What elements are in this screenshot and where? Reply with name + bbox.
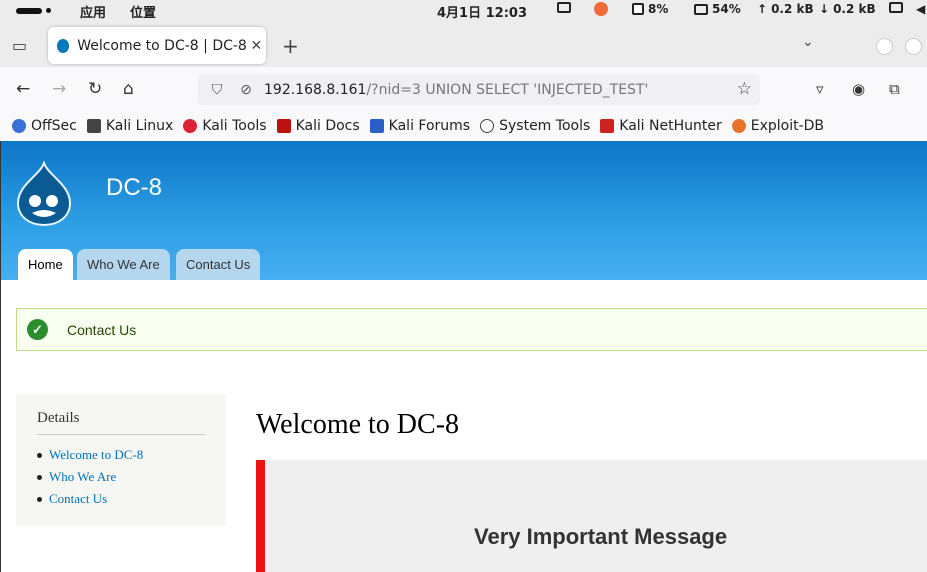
- forward-icon[interactable]: →: [52, 79, 66, 99]
- menu-apps[interactable]: 应用: [80, 2, 106, 21]
- bookmark-kali-tools[interactable]: Kali Tools: [183, 117, 267, 134]
- nethunter-icon: [600, 118, 615, 133]
- globe-icon: [480, 118, 495, 133]
- bookmark-label: Kali Linux: [105, 117, 174, 134]
- bookmark-kali-forums[interactable]: Kali Forums: [369, 117, 471, 134]
- page-title: Welcome to DC-8: [256, 409, 460, 440]
- close-icon[interactable]: ✕: [247, 38, 266, 54]
- net-up-indicator: ↑ 0.2 kB: [757, 2, 814, 16]
- cpu-value: 8%: [648, 2, 669, 16]
- insecure-lock-icon[interactable]: ⊘: [236, 82, 256, 98]
- sidebar-title: Details: [37, 410, 205, 435]
- bookmark-label: Kali Forums: [388, 117, 471, 134]
- menu-places[interactable]: 位置: [130, 2, 156, 21]
- extensions-icon[interactable]: ⧉: [889, 79, 900, 99]
- window-edge: [0, 141, 1, 572]
- tab-list-icon[interactable]: ▭: [12, 36, 27, 55]
- url-bar[interactable]: ⛉ ⊘ 192.168.8.161/?nid=3 UNION SELECT 'I…: [198, 74, 760, 105]
- net-up-value: 0.2 kB: [771, 2, 814, 16]
- url-host[interactable]: 192.168.8.161: [264, 82, 366, 98]
- reload-icon[interactable]: ↻: [88, 79, 102, 99]
- shield-icon[interactable]: ⛉: [207, 82, 227, 98]
- system-top-bar: 应用 位置 4月1日 12:03 8% 54% ↑ 0.2 kB ↓ 0.2 kB …: [0, 0, 927, 22]
- bookmark-system-tools[interactable]: System Tools: [480, 118, 590, 134]
- status-message: ✓ Contact Us: [16, 308, 927, 351]
- screen-icon[interactable]: [889, 2, 903, 13]
- sidebar-link-contact-us[interactable]: Contact Us: [37, 491, 205, 507]
- firefox-indicator-icon[interactable]: [594, 2, 608, 16]
- memory-icon: [694, 3, 708, 15]
- bookmark-kali-linux[interactable]: Kali Linux: [86, 117, 174, 134]
- home-icon[interactable]: ⌂: [123, 79, 134, 99]
- checkmark-icon: ✓: [27, 319, 48, 340]
- memory-indicator: 54%: [694, 2, 741, 16]
- keyboard-icon[interactable]: [557, 2, 571, 13]
- sidebar-menu: Welcome to DC-8 Who We Are Contact Us: [37, 447, 205, 507]
- sidebar-link-who-we-are[interactable]: Who We Are: [37, 469, 205, 485]
- bookmark-exploit-db[interactable]: Exploit-DB: [731, 117, 825, 134]
- back-icon[interactable]: ←: [16, 79, 30, 99]
- bookmark-kali-nethunter[interactable]: Kali NetHunter: [600, 117, 722, 134]
- bookmark-label: Kali Docs: [295, 117, 360, 134]
- bookmark-kali-docs[interactable]: Kali Docs: [276, 117, 360, 134]
- kali-dragon-icon: [86, 118, 101, 133]
- cpu-icon: [632, 3, 644, 15]
- workspace-dot: [46, 8, 51, 13]
- bookmark-label: Kali Tools: [202, 117, 267, 134]
- kali-docs-icon: [276, 118, 291, 133]
- bookmark-label: System Tools: [499, 117, 591, 134]
- bookmark-offsec[interactable]: OffSec: [12, 118, 77, 134]
- sidebar-details: Details Welcome to DC-8 Who We Are Conta…: [16, 394, 226, 526]
- net-down-value: 0.2 kB: [833, 2, 876, 16]
- bookmark-label: OffSec: [31, 117, 77, 134]
- url-path[interactable]: /?nid=3 UNION SELECT 'INJECTED_TEST': [366, 82, 648, 98]
- bookmark-label: Kali NetHunter: [619, 117, 722, 134]
- arrow-up-icon: ↑: [757, 2, 768, 16]
- offsec-icon: [12, 118, 26, 133]
- new-tab-icon[interactable]: +: [282, 34, 299, 58]
- bookmark-star-icon[interactable]: ☆: [737, 79, 752, 99]
- important-message-box: Very Important Message: [256, 460, 927, 572]
- maximize-button[interactable]: [905, 38, 922, 55]
- drupal-favicon-icon: [57, 38, 70, 53]
- account-icon[interactable]: ◉: [852, 79, 865, 99]
- site-header: DC-8 Home Who We Are Contact Us: [0, 141, 927, 280]
- clock[interactable]: 4月1日 12:03: [437, 2, 527, 21]
- bookmarks-bar: OffSec Kali Linux Kali Tools Kali Docs K…: [0, 111, 927, 140]
- activities-indicator[interactable]: [16, 8, 42, 14]
- kali-tools-icon: [183, 118, 198, 133]
- bookmark-label: Exploit-DB: [750, 117, 825, 134]
- memory-value: 54%: [712, 2, 741, 16]
- navigation-bar: ← → ↻ ⌂ ⛉ ⊘ 192.168.8.161/?nid=3 UNION S…: [0, 67, 927, 111]
- tab-active[interactable]: Welcome to DC-8 | DC-8 ✕: [48, 27, 266, 64]
- status-text: Contact Us: [67, 321, 137, 338]
- chevron-down-icon[interactable]: ⌄: [802, 34, 814, 50]
- arrow-down-icon: ↓: [819, 2, 830, 16]
- pocket-icon[interactable]: ▿: [816, 79, 824, 99]
- tab-who-we-are[interactable]: Who We Are: [77, 249, 170, 280]
- tab-strip: ▭ Welcome to DC-8 | DC-8 ✕ + ⌄: [0, 22, 927, 67]
- tab-contact-us[interactable]: Contact Us: [176, 249, 261, 280]
- tab-title: Welcome to DC-8 | DC-8: [77, 37, 247, 54]
- tab-home[interactable]: Home: [18, 249, 73, 280]
- net-down-indicator: ↓ 0.2 kB: [819, 2, 876, 16]
- site-name[interactable]: DC-8: [106, 174, 162, 202]
- message-heading: Very Important Message: [474, 524, 728, 549]
- minimize-button[interactable]: [876, 38, 893, 55]
- sidebar-link-welcome[interactable]: Welcome to DC-8: [37, 447, 205, 463]
- cpu-indicator: 8%: [632, 2, 668, 16]
- page-content: DC-8 Home Who We Are Contact Us ✓ Contac…: [0, 141, 927, 572]
- volume-icon[interactable]: ◀: [916, 2, 925, 16]
- exploit-db-icon: [731, 118, 746, 133]
- kali-forums-icon: [369, 118, 384, 133]
- drupal-logo-icon[interactable]: [14, 161, 74, 227]
